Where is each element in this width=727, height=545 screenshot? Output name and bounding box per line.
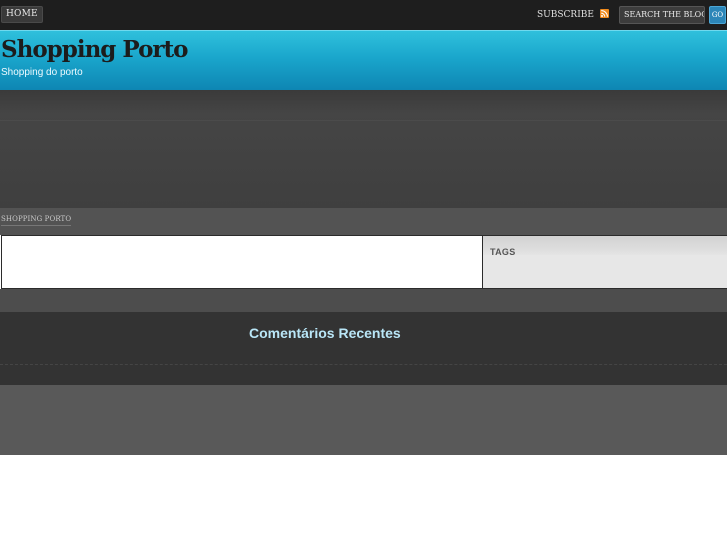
search-input[interactable]: SEARCH THE BLOG... [619, 6, 705, 24]
breadcrumb: SHOPPING PORTO [0, 208, 727, 235]
tags-widget-header [483, 236, 727, 255]
page: HOME SUBSCRIBE SEARCH THE BLOG... GO Sho… [0, 0, 727, 545]
tags-widget-title: TAGS [490, 247, 516, 257]
band-divider [0, 120, 727, 121]
site-header: Shopping Porto Shopping do porto [0, 30, 727, 90]
site-footer [0, 385, 727, 455]
nav-home-link[interactable]: HOME [1, 6, 43, 23]
footer-widgets: Comentários Recentes [0, 312, 727, 385]
featured-band [0, 90, 727, 208]
content-footer-gap [0, 289, 727, 312]
footer-divider [0, 364, 727, 365]
recent-comments-title: Comentários Recentes [249, 325, 401, 341]
breadcrumb-item-home[interactable]: SHOPPING PORTO [1, 215, 72, 226]
rss-icon [599, 9, 609, 18]
search-go-button[interactable]: GO [709, 6, 726, 24]
sidebar: TAGS [483, 235, 727, 289]
subscribe-link[interactable]: SUBSCRIBE [537, 8, 609, 22]
top-navigation-bar: HOME SUBSCRIBE SEARCH THE BLOG... GO [0, 0, 727, 30]
site-title[interactable]: Shopping Porto [1, 36, 188, 63]
site-tagline: Shopping do porto [1, 67, 83, 78]
subscribe-label: SUBSCRIBE [537, 10, 594, 20]
main-content [1, 235, 483, 289]
